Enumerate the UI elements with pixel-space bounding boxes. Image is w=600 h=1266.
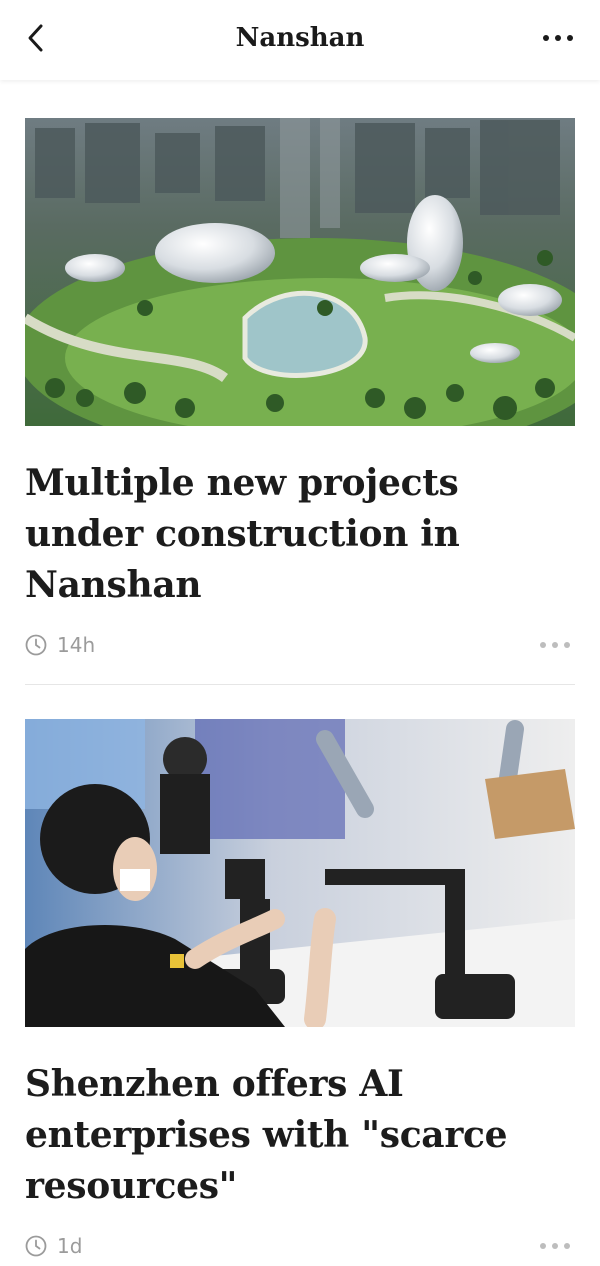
article-more-button[interactable]: [535, 633, 575, 657]
top-bar: Nanshan: [0, 0, 600, 80]
article-headline[interactable]: Multiple new projects under construction…: [25, 458, 575, 611]
article-thumbnail[interactable]: [25, 118, 575, 426]
article-more-button[interactable]: [535, 1234, 575, 1258]
article-feed: Multiple new projects under construction…: [0, 80, 600, 1266]
more-horizontal-icon: [540, 642, 570, 648]
article-time: 14h: [57, 633, 96, 657]
article-thumbnail[interactable]: [25, 719, 575, 1027]
more-horizontal-icon: [540, 1243, 570, 1249]
article-card[interactable]: Multiple new projects under construction…: [0, 80, 600, 685]
clock-icon: [25, 634, 47, 656]
article-meta: 14h: [25, 625, 575, 665]
more-horizontal-icon: [543, 35, 573, 41]
article-time: 1d: [57, 1234, 83, 1258]
article-card[interactable]: Shenzhen offers AI enterprises with "sca…: [0, 685, 600, 1266]
article-headline[interactable]: Shenzhen offers AI enterprises with "sca…: [25, 1059, 575, 1212]
more-options-button[interactable]: [538, 20, 578, 56]
page-title: Nanshan: [235, 23, 365, 53]
article-meta: 1d: [25, 1226, 575, 1266]
clock-icon: [25, 1235, 47, 1257]
